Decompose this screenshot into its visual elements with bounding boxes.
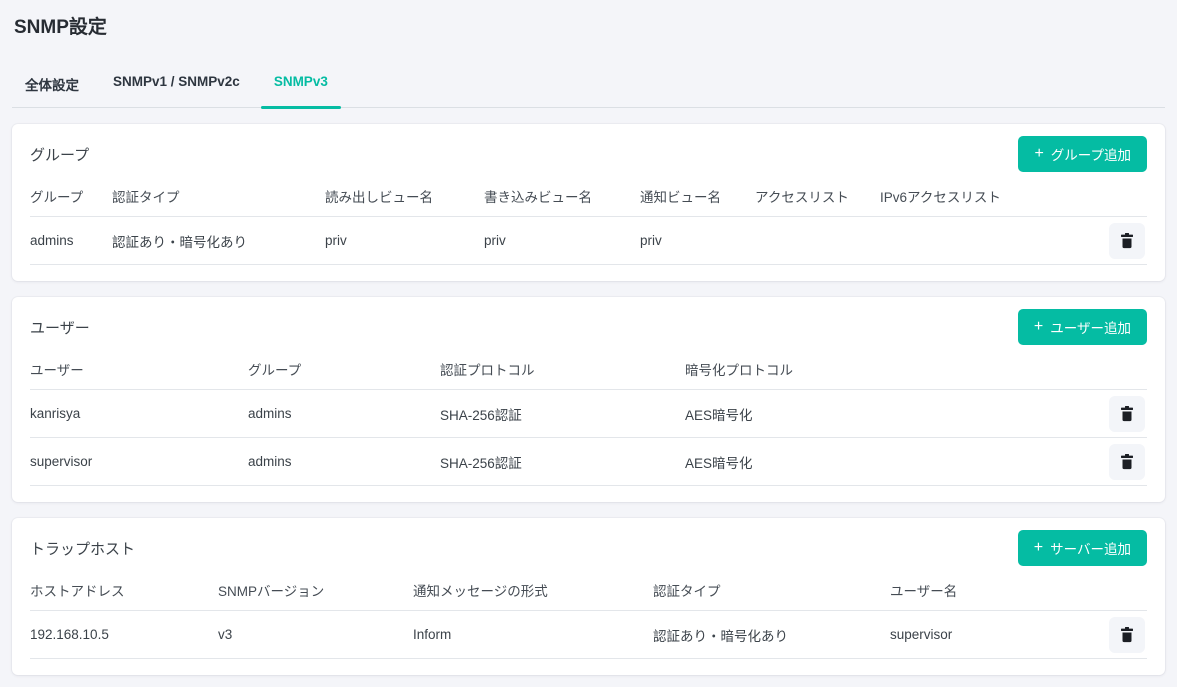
column-header: ホストアドレス — [30, 574, 218, 611]
column-header: ユーザー名 — [890, 574, 1080, 611]
page-title: SNMP設定 — [14, 0, 1177, 40]
cell-auth-protocol: SHA-256認証 — [440, 438, 685, 486]
cell-notify-view: priv — [640, 217, 755, 265]
cell-user-name: supervisor — [890, 611, 1080, 659]
add-group-button[interactable]: + グループ追加 — [1018, 136, 1147, 172]
column-header: IPv6アクセスリスト — [880, 180, 1077, 217]
cell-read-view: priv — [325, 217, 484, 265]
trap-hosts-table: ホストアドレス SNMPバージョン 通知メッセージの形式 認証タイプ ユーザー名… — [30, 574, 1147, 659]
trash-icon — [1120, 627, 1134, 643]
column-header: 認証タイプ — [653, 574, 890, 611]
column-header: 認証プロトコル — [440, 353, 685, 390]
cell-group: admins — [248, 438, 440, 486]
cell-access-list — [755, 217, 880, 265]
plus-icon: + — [1034, 540, 1043, 556]
cell-notify-format: Inform — [413, 611, 653, 659]
trash-icon — [1120, 233, 1134, 249]
add-server-button-label: サーバー追加 — [1050, 538, 1131, 558]
column-header: ユーザー — [30, 353, 248, 390]
cell-snmp-version: v3 — [218, 611, 413, 659]
cell-ipv6-access-list — [880, 217, 1077, 265]
tab-bar: 全体設定 SNMPv1 / SNMPv2c SNMPv3 — [12, 66, 1165, 108]
tab-general-settings[interactable]: 全体設定 — [12, 66, 92, 107]
column-header: 書き込みビュー名 — [484, 180, 640, 217]
cell-group: admins — [248, 390, 440, 438]
tab-snmpv3[interactable]: SNMPv3 — [261, 66, 341, 107]
cell-auth-type: 認証あり・暗号化あり — [653, 611, 890, 659]
users-header-row: ユーザー グループ 認証プロトコル 暗号化プロトコル — [30, 353, 1147, 390]
groups-header-row: グループ 認証タイプ 読み出しビュー名 書き込みビュー名 通知ビュー名 アクセス… — [30, 180, 1147, 217]
column-header: SNMPバージョン — [218, 574, 413, 611]
add-user-button[interactable]: + ユーザー追加 — [1018, 309, 1147, 345]
table-row: admins 認証あり・暗号化あり priv priv priv — [30, 217, 1147, 265]
trap-hosts-card-header: トラップホスト + サーバー追加 — [30, 530, 1147, 566]
trap-hosts-card: トラップホスト + サーバー追加 ホストアドレス SNMPバージョン 通知メッセ… — [12, 518, 1165, 675]
trash-icon — [1120, 454, 1134, 470]
column-header-actions — [1077, 353, 1147, 390]
tab-snmpv1-v2c[interactable]: SNMPv1 / SNMPv2c — [100, 66, 253, 107]
delete-user-button[interactable] — [1109, 396, 1145, 432]
column-header: グループ — [248, 353, 440, 390]
plus-icon: + — [1034, 319, 1043, 335]
cell-user-name: kanrisya — [30, 390, 248, 438]
cell-privacy-protocol: AES暗号化 — [685, 390, 1077, 438]
cell-auth-type: 認証あり・暗号化あり — [112, 217, 325, 265]
trap-hosts-header-row: ホストアドレス SNMPバージョン 通知メッセージの形式 認証タイプ ユーザー名 — [30, 574, 1147, 611]
table-row: supervisor admins SHA-256認証 AES暗号化 — [30, 438, 1147, 486]
column-header: アクセスリスト — [755, 180, 880, 217]
column-header: グループ — [30, 180, 112, 217]
groups-table: グループ 認証タイプ 読み出しビュー名 書き込みビュー名 通知ビュー名 アクセス… — [30, 180, 1147, 265]
users-title: ユーザー — [30, 317, 90, 338]
add-group-button-label: グループ追加 — [1051, 144, 1131, 164]
column-header-actions — [1080, 574, 1147, 611]
delete-server-button[interactable] — [1109, 617, 1145, 653]
table-row: 192.168.10.5 v3 Inform 認証あり・暗号化あり superv… — [30, 611, 1147, 659]
cell-host-address: 192.168.10.5 — [30, 611, 218, 659]
column-header: 暗号化プロトコル — [685, 353, 1077, 390]
column-header-actions — [1077, 180, 1147, 217]
trap-hosts-title: トラップホスト — [30, 538, 135, 559]
users-card-header: ユーザー + ユーザー追加 — [30, 309, 1147, 345]
column-header: 読み出しビュー名 — [325, 180, 484, 217]
cell-write-view: priv — [484, 217, 640, 265]
users-table: ユーザー グループ 認証プロトコル 暗号化プロトコル kanrisya admi… — [30, 353, 1147, 486]
add-server-button[interactable]: + サーバー追加 — [1018, 530, 1147, 566]
column-header: 通知ビュー名 — [640, 180, 755, 217]
groups-title: グループ — [30, 144, 89, 165]
users-card: ユーザー + ユーザー追加 ユーザー グループ 認証プロトコル 暗号化プロトコル… — [12, 297, 1165, 502]
cell-auth-protocol: SHA-256認証 — [440, 390, 685, 438]
delete-group-button[interactable] — [1109, 223, 1145, 259]
table-row: kanrisya admins SHA-256認証 AES暗号化 — [30, 390, 1147, 438]
add-user-button-label: ユーザー追加 — [1050, 317, 1131, 337]
trash-icon — [1120, 406, 1134, 422]
delete-user-button[interactable] — [1109, 444, 1145, 480]
groups-card: グループ + グループ追加 グループ 認証タイプ 読み出しビュー名 書き込みビュ… — [12, 124, 1165, 281]
column-header: 認証タイプ — [112, 180, 325, 217]
cell-privacy-protocol: AES暗号化 — [685, 438, 1077, 486]
column-header: 通知メッセージの形式 — [413, 574, 653, 611]
plus-icon: + — [1034, 146, 1043, 162]
cell-user-name: supervisor — [30, 438, 248, 486]
groups-card-header: グループ + グループ追加 — [30, 136, 1147, 172]
cell-group-name: admins — [30, 217, 112, 265]
